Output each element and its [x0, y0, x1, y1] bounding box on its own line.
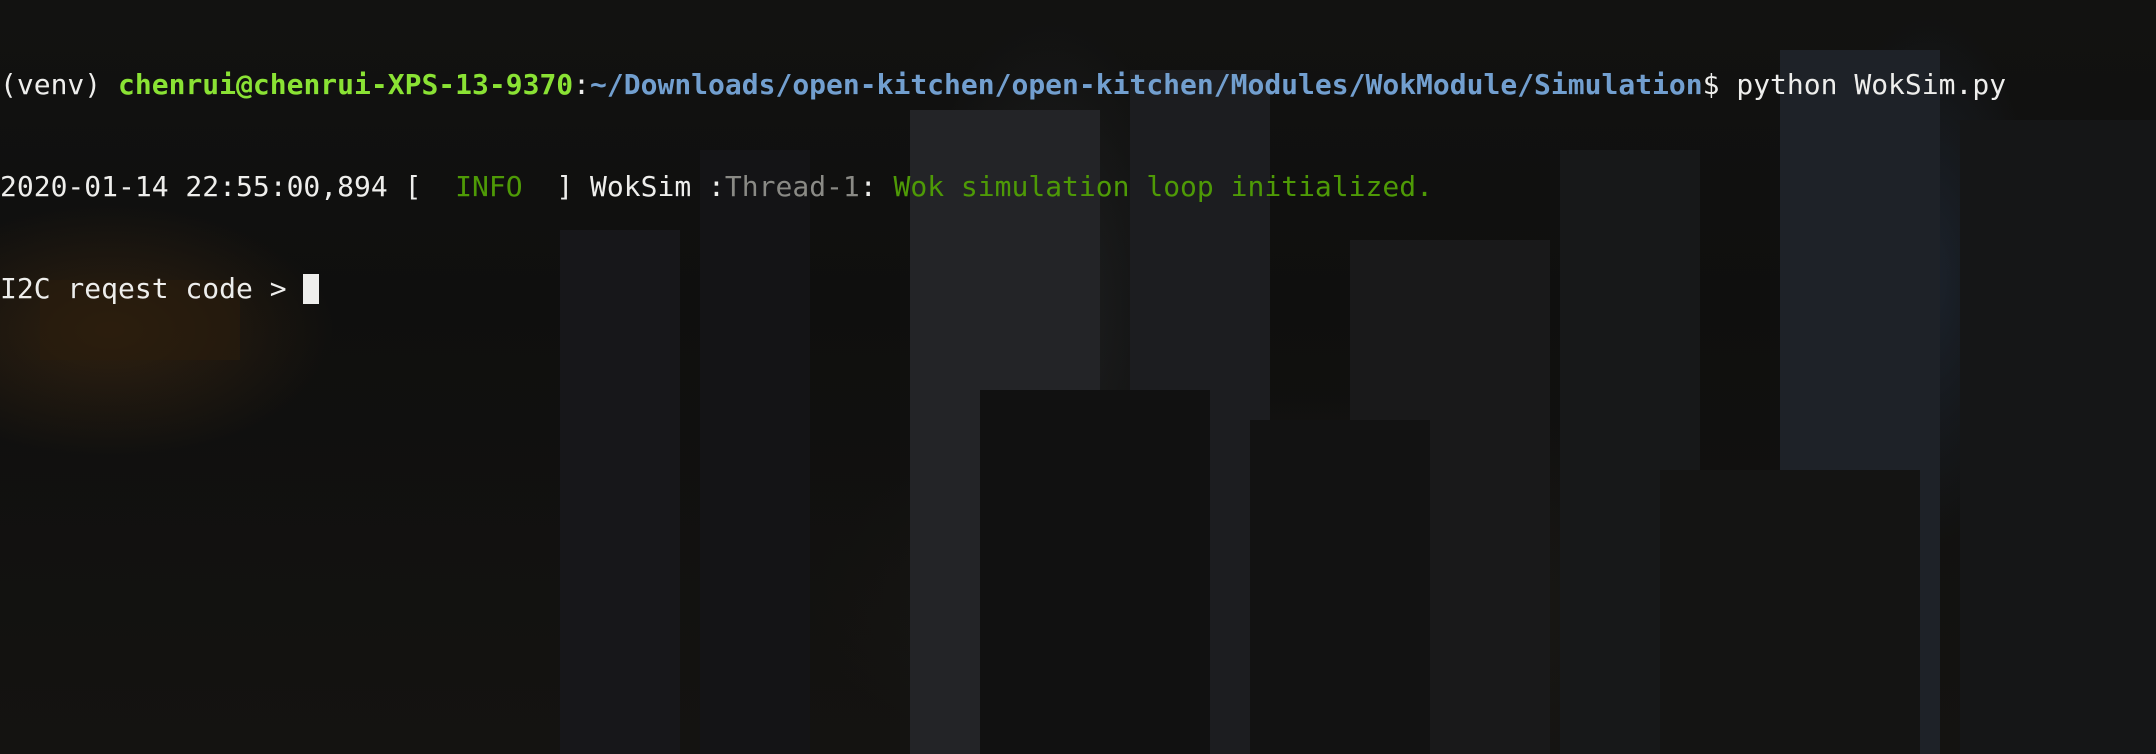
log-bracket-open: [: [387, 170, 456, 203]
command-line: (venv) chenrui@chenrui-XPS-13-9370:~/Dow…: [0, 68, 2156, 102]
log-timestamp: 2020-01-14 22:55:00,894: [0, 170, 388, 203]
terminal-window[interactable]: (venv) chenrui@chenrui-XPS-13-9370:~/Dow…: [0, 0, 2156, 754]
prompt-symbol: $: [1702, 68, 1737, 101]
input-line[interactable]: I2C reqest code >: [0, 272, 2156, 306]
log-message: Wok simulation loop initialized.: [893, 170, 1433, 203]
log-bracket-close: ]: [522, 170, 591, 203]
log-thread: Thread-1: [724, 170, 860, 203]
working-directory: ~/Downloads/open-kitchen/open-kitchen/Mo…: [590, 68, 1703, 101]
command-text: python WokSim.py: [1736, 68, 2007, 101]
terminal-output[interactable]: (venv) chenrui@chenrui-XPS-13-9370:~/Dow…: [0, 0, 2156, 374]
prompt-separator: :: [573, 68, 591, 101]
log-line: 2020-01-14 22:55:00,894 [ INFO ] WokSim …: [0, 170, 2156, 204]
log-level: INFO: [455, 170, 523, 203]
venv-indicator: (venv): [0, 68, 119, 101]
input-prompt: I2C reqest code >: [0, 272, 304, 305]
log-logger: WokSim :: [590, 170, 725, 203]
log-thread-separator: :: [859, 170, 894, 203]
text-cursor[interactable]: [303, 274, 320, 304]
user-host: chenrui@chenrui-XPS-13-9370: [118, 68, 574, 101]
